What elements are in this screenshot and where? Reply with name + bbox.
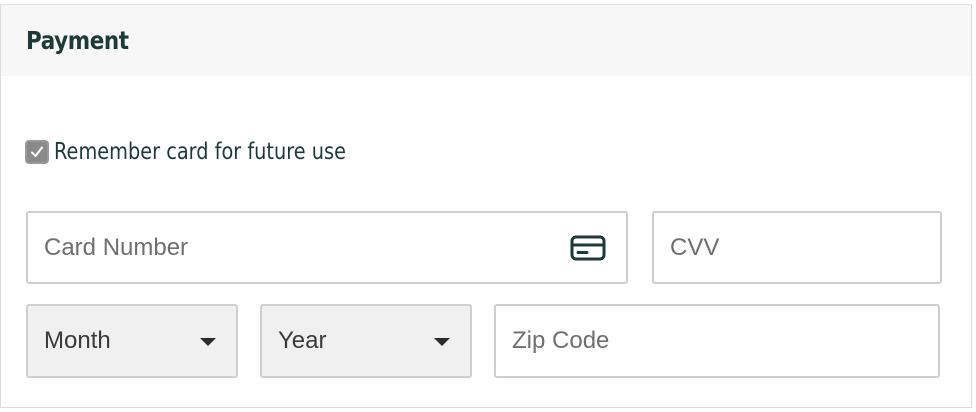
zip-code-placeholder: Zip Code xyxy=(512,327,610,354)
payment-title: Payment xyxy=(26,26,129,55)
year-select[interactable]: Year xyxy=(260,304,472,378)
cvv-placeholder: CVV xyxy=(670,233,720,261)
remember-card-checkbox[interactable] xyxy=(25,140,49,164)
card-number-field[interactable]: Card Number xyxy=(26,211,628,284)
month-select[interactable]: Month xyxy=(26,304,238,378)
remember-card-option[interactable]: Remember card for future use xyxy=(25,138,402,166)
year-selected-value: Year xyxy=(278,327,327,354)
cvv-field[interactable]: CVV xyxy=(652,211,942,284)
card-number-placeholder: Card Number xyxy=(44,233,189,261)
chevron-down-icon xyxy=(200,338,216,346)
zip-code-field[interactable]: Zip Code xyxy=(494,304,940,378)
payment-panel: Payment Remember card for future use Car… xyxy=(0,4,972,408)
credit-card-icon xyxy=(570,235,606,260)
chevron-down-icon xyxy=(434,338,450,346)
checkmark-icon xyxy=(31,146,43,157)
payment-header: Payment xyxy=(1,5,971,76)
remember-card-label: Remember card for future use xyxy=(54,139,346,165)
month-selected-value: Month xyxy=(44,327,111,354)
